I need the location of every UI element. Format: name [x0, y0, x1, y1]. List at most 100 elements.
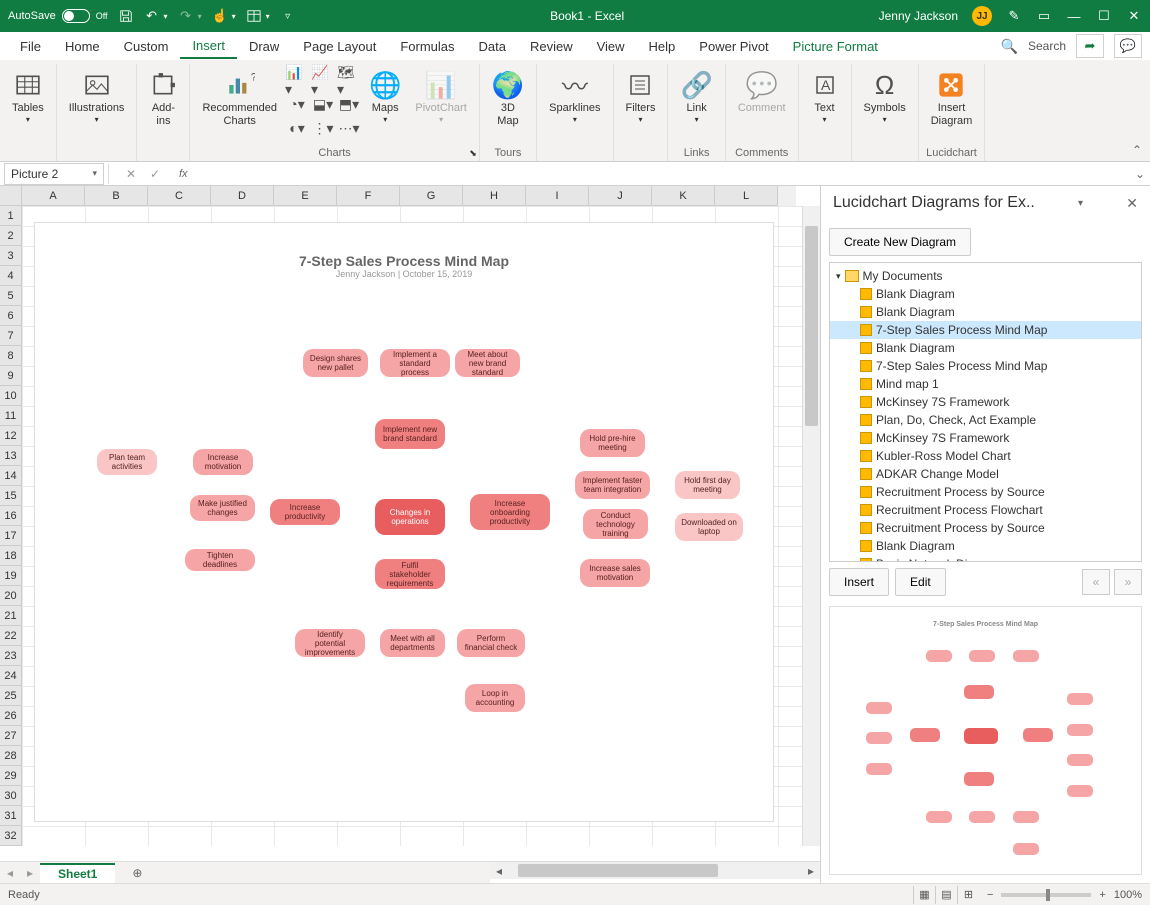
tree-item[interactable]: Mind map 1 — [830, 375, 1141, 393]
autosave-toggle[interactable]: AutoSave Off — [8, 9, 108, 23]
tree-item[interactable]: Blank Diagram — [830, 537, 1141, 555]
taskpane-menu-icon[interactable]: ▾ — [1078, 198, 1083, 209]
tree-item[interactable]: Blank Diagram — [830, 339, 1141, 357]
tree-item[interactable]: McKinsey 7S Framework — [830, 393, 1141, 411]
sparklines-button[interactable]: 〰 Sparklines ▾ — [543, 64, 606, 157]
tree-item[interactable]: ADKAR Change Model — [830, 465, 1141, 483]
col-header[interactable]: B — [85, 186, 148, 206]
row-header[interactable]: 10 — [0, 386, 22, 406]
redo-icon[interactable]: ↷ — [178, 8, 194, 24]
embedded-diagram[interactable]: 7-Step Sales Process Mind Map Jenny Jack… — [34, 222, 774, 822]
enter-formula-icon[interactable]: ✓ — [145, 167, 165, 181]
user-name[interactable]: Jenny Jackson — [879, 9, 958, 23]
tree-item[interactable]: 7-Step Sales Process Mind Map — [830, 321, 1141, 339]
zoom-slider[interactable] — [1001, 893, 1091, 897]
col-header[interactable]: H — [463, 186, 526, 206]
ribbon-display-icon[interactable]: ▭ — [1036, 8, 1052, 24]
tab-custom[interactable]: Custom — [112, 35, 181, 58]
row-header[interactable]: 11 — [0, 406, 22, 426]
tree-item[interactable]: Basic Network Diagram — [830, 555, 1141, 562]
chart-line-button[interactable]: 📈▾ — [311, 70, 335, 92]
chart-map-button[interactable]: 🗺▾ — [337, 70, 361, 92]
insert-button[interactable]: Insert — [829, 568, 889, 596]
row-header[interactable]: 23 — [0, 646, 22, 666]
row-header[interactable]: 6 — [0, 306, 22, 326]
cells-area[interactable]: 7-Step Sales Process Mind Map Jenny Jack… — [22, 206, 802, 846]
tree-item[interactable]: Blank Diagram — [830, 303, 1141, 321]
row-header[interactable]: 30 — [0, 786, 22, 806]
close-icon[interactable]: ✕ — [1126, 8, 1142, 24]
row-header[interactable]: 13 — [0, 446, 22, 466]
tree-item[interactable]: Recruitment Process by Source — [830, 483, 1141, 501]
col-header[interactable]: I — [526, 186, 589, 206]
taskpane-close-icon[interactable]: ✕ — [1126, 195, 1138, 212]
map3d-button[interactable]: 🌍 3D Map — [486, 64, 530, 145]
text-button[interactable]: A Text ▾ — [805, 64, 845, 157]
row-header[interactable]: 28 — [0, 746, 22, 766]
fx-icon[interactable]: fx — [173, 168, 194, 180]
row-header[interactable]: 25 — [0, 686, 22, 706]
col-header[interactable]: A — [22, 186, 85, 206]
col-header[interactable]: F — [337, 186, 400, 206]
tab-file[interactable]: File — [8, 35, 53, 58]
chart-more-button[interactable]: ⋯▾ — [337, 118, 361, 140]
edit-button[interactable]: Edit — [895, 568, 946, 596]
view-pagelayout-button[interactable]: ▤ — [935, 886, 957, 904]
row-header[interactable]: 1 — [0, 206, 22, 226]
table-icon[interactable] — [246, 8, 262, 24]
row-header[interactable]: 17 — [0, 526, 22, 546]
chart-pie-button[interactable]: ◐▾ — [285, 118, 309, 140]
formula-input[interactable] — [194, 163, 1130, 185]
row-header[interactable]: 12 — [0, 426, 22, 446]
tree-item[interactable]: Kubler-Ross Model Chart — [830, 447, 1141, 465]
save-icon[interactable] — [118, 8, 134, 24]
horizontal-scrollbar[interactable] — [508, 862, 802, 879]
chart-combo-button[interactable]: ⬒▾ — [337, 94, 361, 116]
maps-button[interactable]: 🌐 Maps ▾ — [363, 64, 407, 145]
document-tree[interactable]: ▾ My Documents Blank DiagramBlank Diagra… — [829, 262, 1142, 562]
row-header[interactable]: 15 — [0, 486, 22, 506]
view-normal-button[interactable]: ▦ — [913, 886, 935, 904]
pivotchart-button[interactable]: 📊 PivotChart ▾ — [409, 64, 472, 145]
row-header[interactable]: 5 — [0, 286, 22, 306]
illustrations-button[interactable]: Illustrations ▾ — [63, 64, 131, 157]
tree-item[interactable]: 7-Step Sales Process Mind Map — [830, 357, 1141, 375]
chart-scatter-button[interactable]: ⋮▾ — [311, 118, 335, 140]
page-next-button[interactable]: » — [1114, 569, 1142, 595]
col-header[interactable]: K — [652, 186, 715, 206]
row-header[interactable]: 9 — [0, 366, 22, 386]
col-header[interactable]: C — [148, 186, 211, 206]
tree-item[interactable]: Plan, Do, Check, Act Example — [830, 411, 1141, 429]
tab-insert[interactable]: Insert — [180, 34, 237, 59]
qat-customize-icon[interactable]: ▿ — [280, 8, 296, 24]
create-diagram-button[interactable]: Create New Diagram — [829, 228, 971, 256]
charts-dialog-launcher[interactable]: ⬊ — [469, 148, 477, 159]
row-header[interactable]: 26 — [0, 706, 22, 726]
vscroll-thumb[interactable] — [805, 226, 818, 426]
row-header[interactable]: 31 — [0, 806, 22, 826]
row-header[interactable]: 3 — [0, 246, 22, 266]
tab-view[interactable]: View — [585, 35, 637, 58]
tab-review[interactable]: Review — [518, 35, 585, 58]
hscroll-right-icon[interactable]: ▸ — [802, 862, 820, 879]
formula-expand-icon[interactable]: ⌄ — [1130, 167, 1150, 181]
tree-item[interactable]: Recruitment Process by Source — [830, 519, 1141, 537]
insert-diagram-button[interactable]: Insert Diagram — [925, 64, 979, 145]
tab-home[interactable]: Home — [53, 35, 112, 58]
tab-pictureformat[interactable]: Picture Format — [781, 35, 890, 58]
row-header[interactable]: 21 — [0, 606, 22, 626]
user-avatar[interactable]: JJ — [972, 6, 992, 26]
undo-icon[interactable]: ↶ — [144, 8, 160, 24]
symbols-button[interactable]: Ω Symbols ▾ — [858, 64, 912, 157]
tree-collapse-icon[interactable]: ▾ — [836, 271, 841, 282]
row-header[interactable]: 19 — [0, 566, 22, 586]
col-header[interactable]: J — [589, 186, 652, 206]
chart-column-button[interactable]: 📊▾ — [285, 70, 309, 92]
recommended-charts-button[interactable]: ? Recommended Charts — [196, 64, 283, 145]
row-header[interactable]: 7 — [0, 326, 22, 346]
select-all-corner[interactable] — [0, 186, 22, 206]
row-header[interactable]: 20 — [0, 586, 22, 606]
tab-data[interactable]: Data — [467, 35, 518, 58]
filters-button[interactable]: Filters ▾ — [620, 64, 662, 157]
link-button[interactable]: 🔗 Link ▾ — [674, 64, 718, 145]
